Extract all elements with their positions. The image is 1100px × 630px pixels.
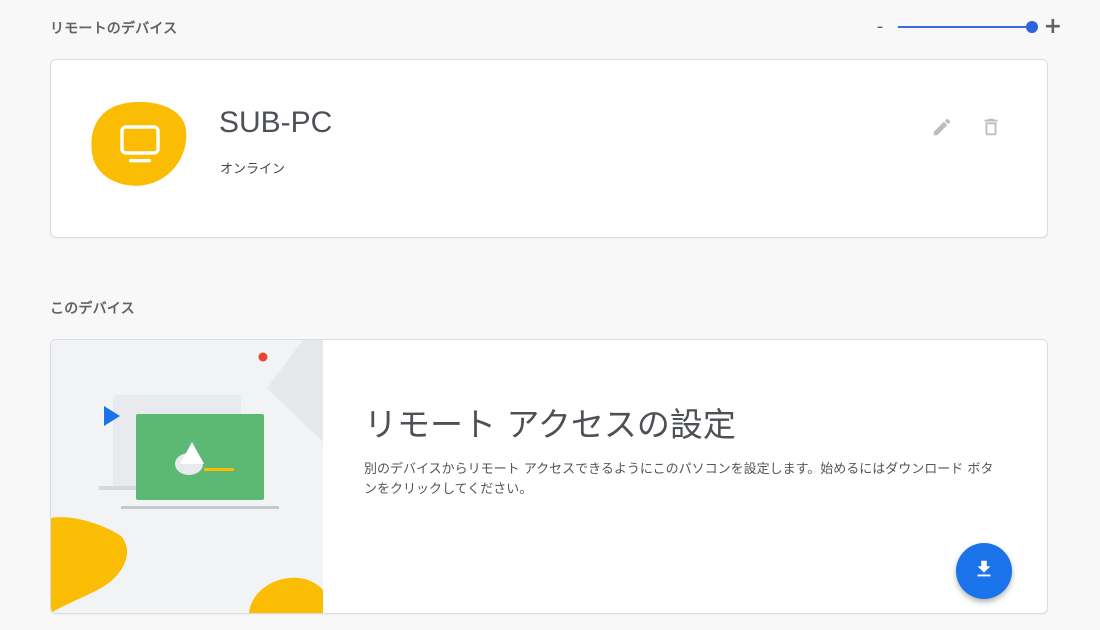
device-name[interactable]: SUB-PC — [219, 106, 332, 140]
zoom-slider-thumb[interactable] — [1026, 21, 1038, 33]
remote-devices-title: リモートのデバイス — [50, 21, 178, 37]
device-card[interactable]: SUB-PC オンライン — [50, 59, 1048, 238]
zoom-control: - + — [874, 14, 1062, 40]
setup-illustration — [51, 340, 323, 613]
setup-heading: リモート アクセスの設定 — [364, 405, 736, 444]
zoom-in-button[interactable]: + — [1044, 14, 1062, 39]
delete-icon[interactable] — [980, 116, 1002, 138]
monitor-icon — [91, 101, 189, 187]
this-device-title: このデバイス — [50, 301, 135, 317]
edit-icon[interactable] — [931, 116, 953, 138]
zoom-slider-track[interactable] — [898, 26, 1032, 28]
device-status: オンライン — [220, 162, 286, 177]
setup-card: リモート アクセスの設定 別のデバイスからリモート アクセスできるようにこのパソ… — [50, 339, 1048, 614]
download-button[interactable] — [956, 543, 1012, 599]
setup-description: 別のデバイスからリモート アクセスできるようにこのパソコンを設定します。始めるに… — [364, 462, 994, 497]
zoom-out-button[interactable]: - — [874, 16, 886, 37]
download-icon — [973, 558, 995, 584]
